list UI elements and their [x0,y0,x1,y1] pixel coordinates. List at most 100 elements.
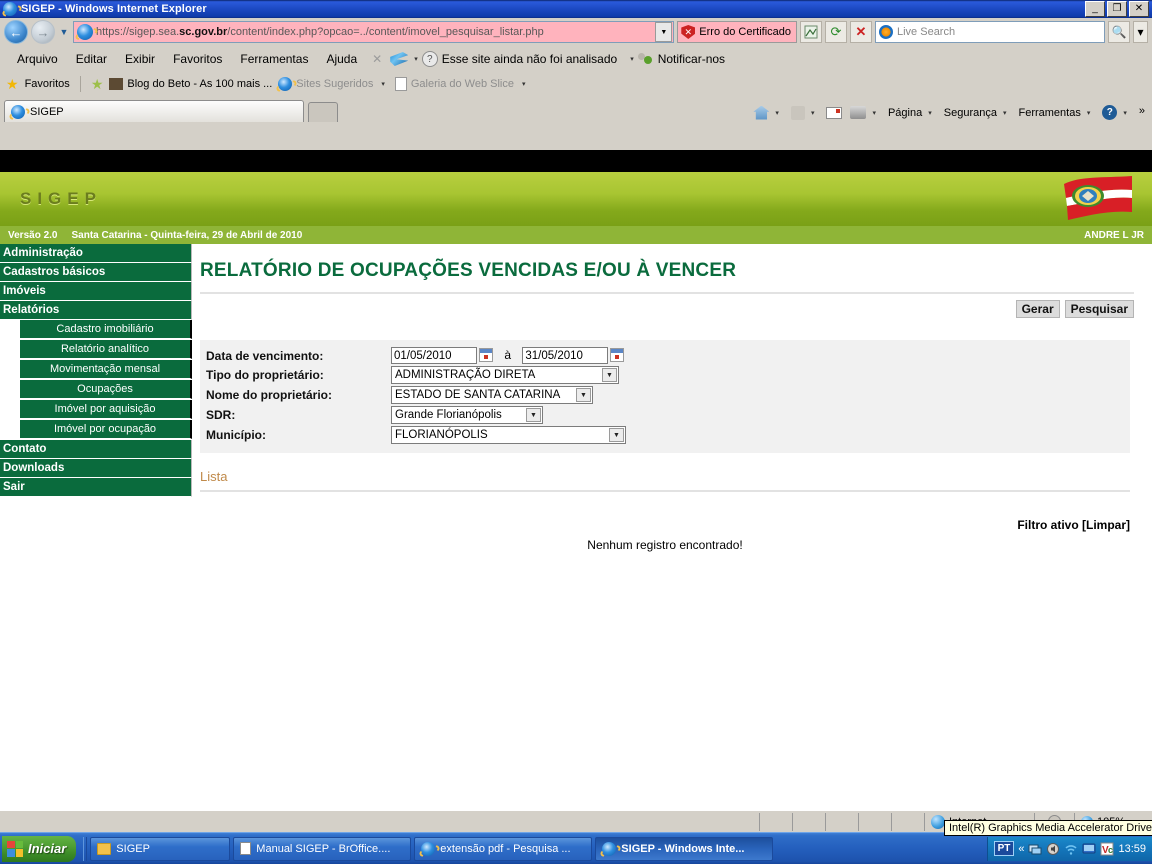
favorite-blog-do-beto[interactable]: Blog do Beto - As 100 mais ... [109,78,272,90]
command-ferramentas[interactable]: Ferramentas ▾ [1015,106,1097,120]
certificate-error-badge[interactable]: Erro do Certificado [677,21,797,43]
taskbar-item-sigep-folder[interactable]: SIGEP [90,836,231,861]
menu-arquivo[interactable]: Arquivo [8,49,67,69]
window-controls: _ ❐ ✕ [1085,1,1152,17]
calendar-icon[interactable] [610,348,625,363]
display-icon[interactable] [1082,842,1096,856]
chevron-down-icon: ▼ [526,408,541,422]
divider [200,292,1134,294]
search-provider-caret-icon[interactable]: ▾ [1133,21,1148,43]
sidebar-subitem-imovel-por-aquisicao[interactable]: Imóvel por aquisição [20,400,192,419]
taskbar-item-sigep-browser[interactable]: SIGEP - Windows Inte... [595,836,774,861]
sidebar-subitem-imovel-por-ocupacao[interactable]: Imóvel por ocupação [20,420,192,439]
ie-icon [278,77,293,91]
site-rating-caret-icon[interactable]: ▾ [626,55,638,63]
sidebar-subitem-ocupacoes[interactable]: Ocupações [20,380,192,399]
command-overflow-button[interactable]: » [1136,104,1148,118]
sidebar-item-relatorios[interactable]: Relatórios [0,301,192,320]
compatibility-view-icon[interactable] [800,21,822,43]
favorite-galeria-web-slice[interactable]: Galeria do Web Slice ▾ [394,77,530,91]
mail-button[interactable] [823,106,845,120]
sidebar-subitem-movimentacao-mensal[interactable]: Movimentação mensal [20,360,192,379]
sidebar-item-imoveis[interactable]: Imóveis [0,282,192,301]
recent-pages-caret-icon[interactable]: ▼ [58,27,70,37]
favorite-sites-sugeridos[interactable]: Sites Sugeridos ▾ [278,77,389,91]
filter-row-municipio: Município: FLORIANÓPOLIS ▼ [206,425,630,445]
volume-icon[interactable] [1046,842,1060,856]
pesquisar-button[interactable]: Pesquisar [1064,300,1134,318]
help-button[interactable]: ? ▾ [1099,104,1134,121]
app-logo: SIGEP [20,189,102,208]
sidebar-item-sair[interactable]: Sair [0,478,192,497]
close-button[interactable]: ✕ [1129,1,1149,17]
menu-editar[interactable]: Editar [67,49,116,69]
taskbar-item-extensao-pdf[interactable]: extensão pdf - Pesquisa ... [414,836,593,861]
tab-favicon [11,104,25,119]
favorites-label[interactable]: Favoritos [25,78,70,90]
internet-explorer-icon [3,2,17,16]
command-label: Segurança [943,106,997,119]
antivirus-icon[interactable]: Vc [1100,842,1114,856]
address-dropdown-icon[interactable]: ▼ [655,22,673,42]
chevron-down-icon: ▾ [521,81,526,88]
title-bar: SIGEP - Windows Internet Explorer _ ❐ ✕ [0,0,1152,18]
calendar-icon[interactable] [479,348,493,363]
network-icon[interactable] [1028,842,1042,856]
sidebar-subitem-cadastro-imobiliario[interactable]: Cadastro imobiliário [20,320,192,339]
clock[interactable]: 13:59 [1118,843,1146,855]
sdr-select[interactable]: Grande Florianópolis ▼ [391,406,543,424]
home-button[interactable]: ▾ [750,105,786,121]
site-rating-label[interactable]: Esse site ainda não foi analisado [438,49,626,69]
certificate-error-label: Erro do Certificado [699,26,791,38]
tray-expand-icon[interactable]: « [1018,843,1024,855]
print-button[interactable]: ▾ [847,105,883,120]
municipality-value: FLORIANÓPOLIS [395,429,488,441]
date-label: Data de vencimento: [206,348,324,363]
tab-sigep[interactable]: SIGEP [4,100,304,122]
feeds-button[interactable]: ▾ [788,105,822,121]
sidebar-item-downloads[interactable]: Downloads [0,459,192,478]
app-version: Versão 2.0 [8,229,58,241]
owner-name-select[interactable]: ESTADO DE SANTA CATARINA ▼ [391,386,593,404]
menu-favoritos[interactable]: Favoritos [164,49,231,69]
status-cell [825,812,858,831]
wifi-icon[interactable] [1064,842,1078,856]
taskbar-item-manual-sigep[interactable]: Manual SIGEP - BrOffice.... [233,836,412,861]
location-date: Santa Catarina - Quinta-feira, 29 de Abr… [71,229,303,241]
sidebar-item-contato[interactable]: Contato [0,440,192,459]
minimize-button[interactable]: _ [1085,1,1105,17]
command-seguranca[interactable]: Segurança ▾ [941,106,1014,120]
menu-ajuda[interactable]: Ajuda [317,49,366,69]
search-go-icon[interactable]: 🔍 [1108,21,1130,43]
ie-icon [602,841,617,856]
language-indicator[interactable]: PT [993,841,1015,856]
sidebar-item-cadastros-basicos[interactable]: Cadastros básicos [0,263,192,282]
address-input[interactable]: https://sigep.sea.sc.gov.br/content/inde… [73,21,675,43]
menu-ferramentas[interactable]: Ferramentas [231,49,317,69]
add-to-favorites-icon[interactable]: ★ [91,77,104,91]
active-filter-label[interactable]: Filtro ativo [Limpar] [200,518,1130,532]
stop-icon[interactable]: ✕ [850,21,872,43]
swoosh-caret-icon[interactable]: ▾ [410,55,422,63]
owner-type-select[interactable]: ADMINISTRAÇÃO DIRETA ▼ [391,366,619,384]
divider [83,836,88,861]
forward-button[interactable]: → [31,20,55,44]
toolbar-close-icon[interactable]: ✕ [366,52,388,66]
date-from-input[interactable]: 01/05/2010 [391,347,477,364]
owner-name-label: Nome do proprietário: [206,388,333,402]
notify-us-label[interactable]: Notificar-nos [654,49,734,69]
search-input[interactable]: Live Search [875,21,1105,43]
gerar-button[interactable]: Gerar [1015,300,1060,318]
municipality-select[interactable]: FLORIANÓPOLIS ▼ [391,426,626,444]
rss-icon [790,105,805,120]
menu-exibir[interactable]: Exibir [116,49,164,69]
sidebar-item-administracao[interactable]: Administração [0,244,192,263]
date-to-input[interactable]: 31/05/2010 [522,347,609,364]
sidebar-subitem-relatorio-analitico[interactable]: Relatório analítico [20,340,192,359]
command-pagina[interactable]: Página ▾ [885,106,939,120]
start-button[interactable]: Iniciar [2,835,77,862]
back-button[interactable]: ← [4,20,28,44]
restore-button[interactable]: ❐ [1107,1,1127,17]
new-tab-button[interactable] [308,102,338,122]
refresh-icon[interactable]: ⟳ [825,21,847,43]
